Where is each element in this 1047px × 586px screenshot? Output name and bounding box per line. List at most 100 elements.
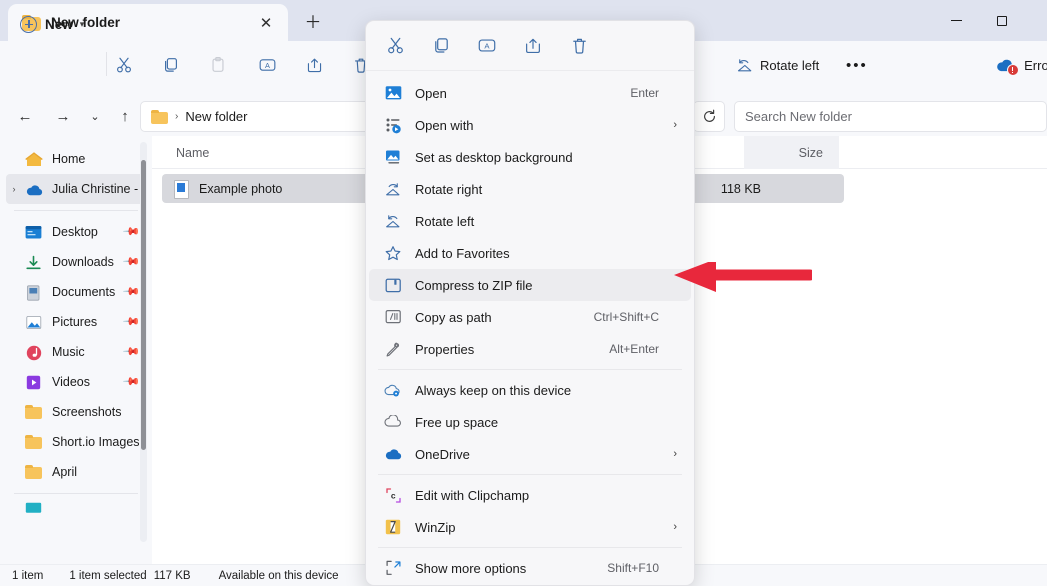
- back-button[interactable]: ←: [10, 102, 40, 130]
- cut-button[interactable]: [375, 29, 415, 63]
- new-tab-button[interactable]: ＋: [300, 10, 326, 34]
- share-button[interactable]: [513, 29, 553, 63]
- rename-button[interactable]: A: [251, 50, 283, 80]
- cut-icon: [117, 57, 131, 73]
- sidebar-item-desktop[interactable]: Desktop 📌: [6, 217, 146, 247]
- sidebar-item-videos[interactable]: Videos 📌: [6, 367, 146, 397]
- pin-icon[interactable]: 📌: [122, 343, 140, 361]
- more-icon: •••: [846, 56, 868, 74]
- menu-item-label: OneDrive: [415, 446, 470, 462]
- sidebar-item-april[interactable]: April: [6, 457, 146, 487]
- close-icon[interactable]: ✕: [256, 13, 276, 33]
- menu-item-open-with[interactable]: Open with ›: [369, 109, 691, 141]
- menu-item-winzip[interactable]: WinZip ›: [369, 511, 691, 543]
- up-button[interactable]: ↑: [110, 102, 140, 130]
- pin-icon[interactable]: 📌: [122, 283, 140, 301]
- sidebar-item-this-pc-partial[interactable]: [6, 500, 146, 516]
- desktop-icon: [24, 224, 44, 241]
- sidebar-scrollbar-thumb[interactable]: [141, 160, 146, 450]
- menu-divider: [378, 547, 682, 548]
- menu-item-add-to-favorites[interactable]: Add to Favorites: [369, 237, 691, 269]
- menu-item-free-up-space[interactable]: Free up space: [369, 406, 691, 438]
- menu-item-rotate-right[interactable]: Rotate right: [369, 173, 691, 205]
- sidebar-item-music[interactable]: Music 📌: [6, 337, 146, 367]
- folder-icon: [24, 464, 44, 481]
- sidebar-scrollbar[interactable]: [140, 142, 147, 542]
- sidebar-item-label: Short.io Images: [52, 435, 140, 449]
- toolbar-separator: [106, 52, 107, 76]
- refresh-button[interactable]: [693, 101, 725, 132]
- menu-item-label: Copy as path: [415, 309, 492, 325]
- column-header-size[interactable]: Size: [744, 136, 839, 169]
- navigation-sidebar[interactable]: Home › Julia Christine - Desktop 📌 Downl…: [0, 136, 152, 566]
- onedrive-status-button[interactable]: Error: [995, 50, 1047, 80]
- chevron-right-icon: ›: [673, 521, 677, 533]
- sidebar-item-documents[interactable]: Documents 📌: [6, 277, 146, 307]
- menu-item-label: Edit with Clipchamp: [415, 487, 530, 503]
- pin-icon[interactable]: 📌: [122, 253, 140, 271]
- new-button[interactable]: New ▾: [12, 9, 92, 39]
- menu-item-accel: Enter: [630, 86, 659, 100]
- menu-item-show-more-options[interactable]: Show more options Shift+F10: [369, 552, 691, 584]
- column-header-size-label: Size: [798, 145, 823, 160]
- delete-icon: [572, 38, 586, 54]
- menu-item-properties[interactable]: Properties Alt+Enter: [369, 333, 691, 365]
- onedrive-status-label: Error: [1024, 57, 1047, 73]
- cut-button[interactable]: [108, 50, 140, 80]
- share-button[interactable]: [298, 50, 330, 80]
- copy-button[interactable]: [155, 50, 187, 80]
- rotate-left-button[interactable]: Rotate left: [735, 50, 819, 80]
- status-availability: Available on this device: [218, 569, 339, 582]
- menu-item-accel: Shift+F10: [607, 561, 659, 575]
- menu-item-accel: Alt+Enter: [609, 342, 659, 356]
- menu-item-compress-to-zip-file[interactable]: Compress to ZIP file: [369, 269, 691, 301]
- menu-item-set-as-desktop-background[interactable]: Set as desktop background: [369, 141, 691, 173]
- breadcrumb-path: New folder: [185, 109, 248, 124]
- menu-item-open[interactable]: Open Enter: [369, 77, 691, 109]
- delete-button[interactable]: [559, 29, 599, 63]
- music-icon: [24, 344, 44, 361]
- menu-divider: [378, 369, 682, 370]
- svg-text:A: A: [484, 42, 490, 51]
- column-header-name[interactable]: Name: [176, 136, 366, 169]
- share-icon: [526, 38, 540, 53]
- forward-button[interactable]: →: [48, 102, 78, 130]
- maximize-button[interactable]: [979, 0, 1025, 41]
- chevron-right-icon[interactable]: ›: [6, 184, 22, 194]
- sidebar-item-onedrive[interactable]: › Julia Christine -: [6, 174, 146, 204]
- menu-item-copy-as-path[interactable]: Copy as path Ctrl+Shift+C: [369, 301, 691, 333]
- search-box[interactable]: [734, 101, 1047, 132]
- sidebar-item-downloads[interactable]: Downloads 📌: [6, 247, 146, 277]
- sidebar-item-screenshots[interactable]: Screenshots: [6, 397, 146, 427]
- sidebar-item-label: Documents: [52, 285, 116, 299]
- paste-button[interactable]: [202, 50, 234, 80]
- overflow-menu-button[interactable]: •••: [846, 50, 868, 80]
- pin-icon[interactable]: 📌: [122, 223, 140, 241]
- rename-button[interactable]: A: [467, 29, 507, 63]
- plus-icon: [20, 15, 37, 33]
- context-menu[interactable]: A Open Enter Open with › Set as desktop …: [365, 20, 695, 586]
- menu-item-always-keep-on-this-device[interactable]: Always keep on this device: [369, 374, 691, 406]
- image-open-icon: [383, 83, 403, 103]
- menu-item-edit-with-clipchamp[interactable]: c Edit with Clipchamp: [369, 479, 691, 511]
- error-badge-icon: [1007, 64, 1020, 76]
- minimize-button[interactable]: [933, 0, 979, 41]
- status-selected-count: 1 item selected: [69, 569, 147, 582]
- menu-item-onedrive[interactable]: OneDrive ›: [369, 438, 691, 470]
- menu-item-rotate-left[interactable]: Rotate left: [369, 205, 691, 237]
- pin-icon[interactable]: 📌: [122, 313, 140, 331]
- rotate-left-label: Rotate left: [760, 57, 820, 73]
- search-input[interactable]: [745, 109, 1046, 124]
- sidebar-item-shortio-images[interactable]: Short.io Images: [6, 427, 146, 457]
- sidebar-item-label: Pictures: [52, 315, 98, 329]
- keep-on-device-icon: [383, 380, 403, 400]
- sidebar-item-label: Screenshots: [52, 405, 122, 419]
- sidebar-item-label: Desktop: [52, 225, 98, 239]
- cut-icon: [387, 37, 403, 54]
- recent-locations-button[interactable]: ⌄: [80, 102, 110, 130]
- pin-icon[interactable]: 📌: [122, 373, 140, 391]
- sidebar-item-home[interactable]: Home: [6, 144, 146, 174]
- sidebar-item-pictures[interactable]: Pictures 📌: [6, 307, 146, 337]
- copy-button[interactable]: [421, 29, 461, 63]
- menu-item-label: Open with: [415, 117, 474, 133]
